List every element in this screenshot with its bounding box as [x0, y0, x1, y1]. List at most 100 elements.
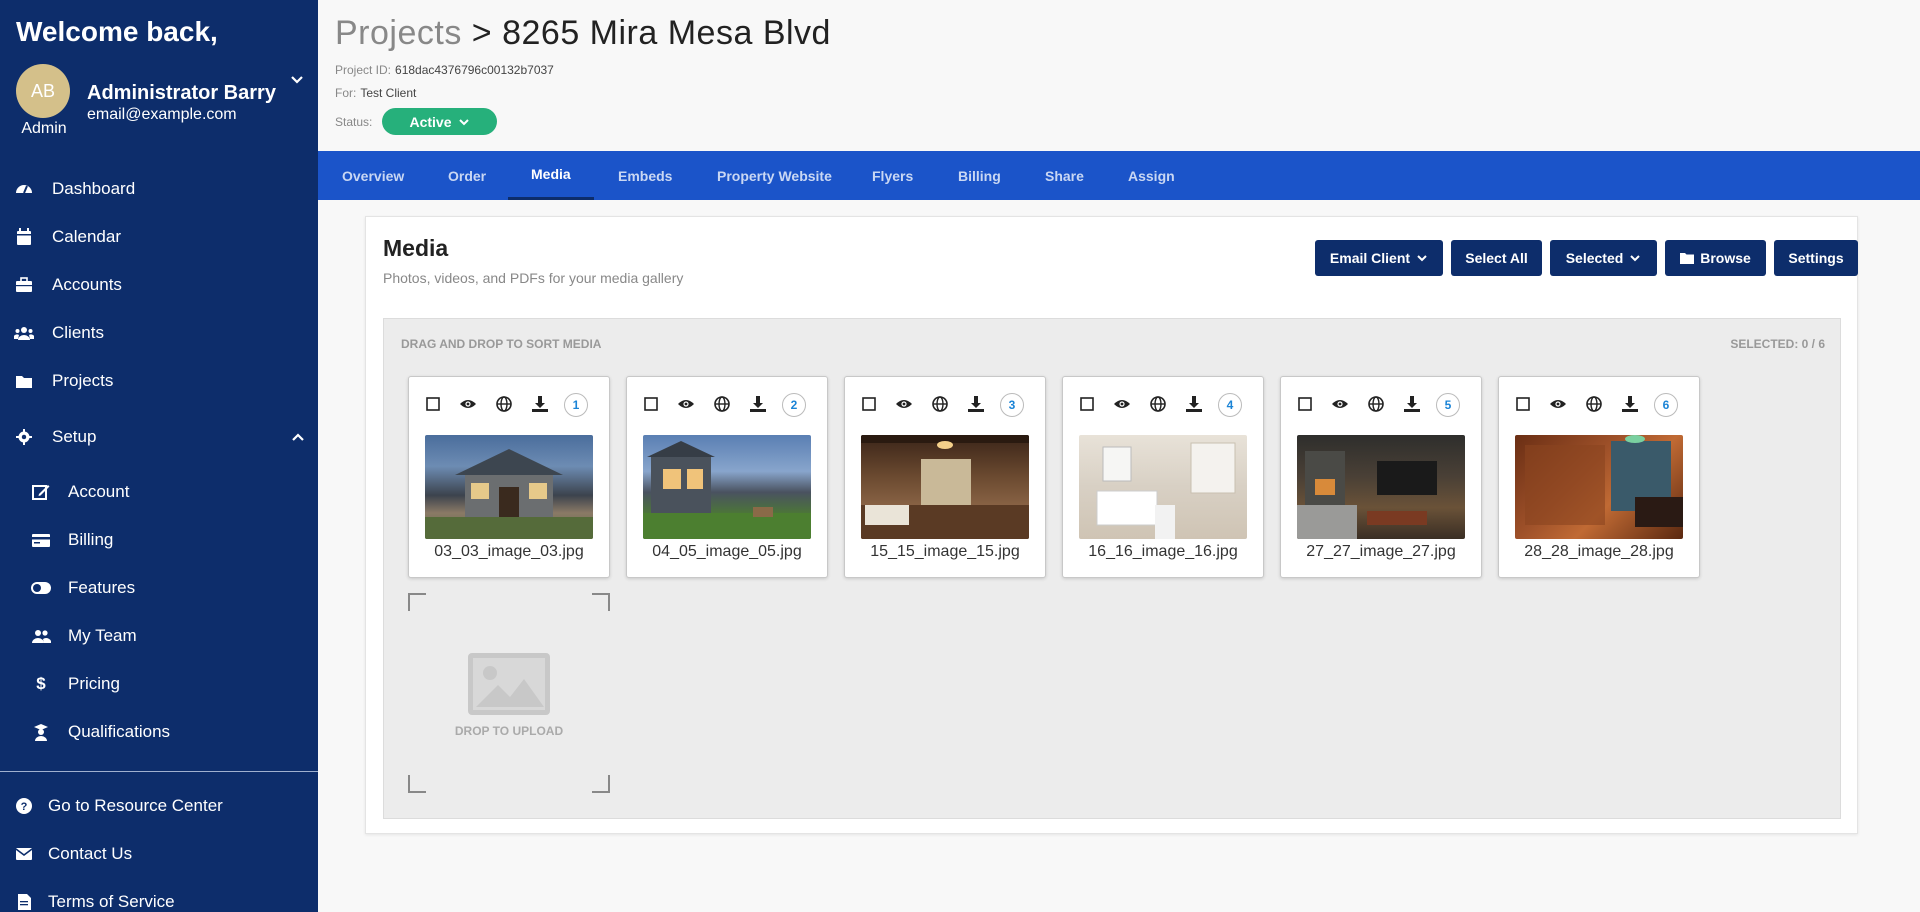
tab-overview[interactable]: Overview [342, 151, 404, 200]
upload-drop-target[interactable]: DROP TO UPLOAD [408, 593, 610, 793]
tab-flyers[interactable]: Flyers [872, 151, 913, 200]
eye-icon[interactable] [1331, 395, 1349, 413]
settings-label: Settings [1788, 250, 1844, 266]
globe-icon[interactable] [1367, 395, 1385, 413]
sidebar-item-my-team[interactable]: My Team [0, 616, 318, 656]
browse-button[interactable]: Browse [1665, 240, 1766, 276]
user-email: email@example.com [87, 106, 237, 123]
chevron-up-icon[interactable] [290, 429, 306, 445]
media-thumbnail[interactable] [425, 435, 593, 539]
checkbox-icon[interactable] [1515, 395, 1533, 413]
checkbox-icon[interactable] [643, 395, 661, 413]
sidebar-divider [0, 771, 318, 772]
selected-count: SELECTED: 0 / 6 [1730, 337, 1825, 351]
sidebar-item-accounts[interactable]: Accounts [0, 265, 318, 305]
media-item[interactable]: 6 28_28_image_28.jpg [1498, 376, 1700, 578]
eye-icon[interactable] [1549, 395, 1567, 413]
media-order-number: 1 [564, 393, 588, 417]
chevron-down-icon [458, 118, 469, 125]
project-tabs: Overview Order Media Embeds Property Web… [318, 151, 1920, 200]
corner-mark [408, 593, 426, 611]
select-all-button[interactable]: Select All [1451, 240, 1542, 276]
media-item[interactable]: 1 03_03_image_03.jpg [408, 376, 610, 578]
checkbox-icon[interactable] [1297, 395, 1315, 413]
media-item[interactable]: 4 16_16_image_16.jpg [1062, 376, 1264, 578]
media-thumbnail[interactable] [1079, 435, 1247, 539]
corner-mark [408, 775, 426, 793]
tab-billing[interactable]: Billing [958, 151, 1001, 200]
selected-dropdown-button[interactable]: Selected [1550, 240, 1657, 276]
avatar[interactable]: AB [16, 64, 70, 118]
chevron-down-icon[interactable] [289, 72, 305, 88]
media-item[interactable]: 5 27_27_image_27.jpg [1280, 376, 1482, 578]
sidebar-item-resource-center[interactable]: ? Go to Resource Center [0, 786, 318, 826]
tab-assign[interactable]: Assign [1128, 151, 1175, 200]
media-filename: 28_28_image_28.jpg [1524, 543, 1674, 560]
media-thumbnail[interactable] [1297, 435, 1465, 539]
checkbox-icon[interactable] [1079, 395, 1097, 413]
tab-property-website[interactable]: Property Website [717, 151, 832, 200]
eye-icon[interactable] [677, 395, 695, 413]
checkbox-icon[interactable] [425, 395, 443, 413]
tab-media[interactable]: Media [508, 151, 594, 200]
sidebar-item-features[interactable]: Features [0, 568, 318, 608]
eye-icon[interactable] [895, 395, 913, 413]
project-id-row: Project ID: 618dac4376796c00132b7037 [335, 63, 554, 77]
drop-upload-label: DROP TO UPLOAD [454, 724, 564, 738]
status-value: Active [409, 113, 452, 130]
chevron-down-icon [1630, 255, 1641, 262]
media-title: Media [383, 235, 449, 261]
tab-order[interactable]: Order [448, 151, 486, 200]
media-item[interactable]: 2 04_05_image_05.jpg [626, 376, 828, 578]
tab-embeds[interactable]: Embeds [618, 151, 672, 200]
media-item[interactable]: 3 15_15_image_15.jpg [844, 376, 1046, 578]
media-panel: Media Photos, videos, and PDFs for your … [365, 216, 1858, 834]
download-icon[interactable] [531, 395, 549, 413]
tab-share[interactable]: Share [1045, 151, 1084, 200]
globe-icon[interactable] [1149, 395, 1167, 413]
breadcrumb-projects[interactable]: Projects [335, 14, 462, 52]
download-icon[interactable] [967, 395, 985, 413]
project-client-label: For: [335, 86, 357, 100]
sidebar-item-setup[interactable]: Setup [0, 417, 318, 457]
sidebar-item-calendar[interactable]: Calendar [0, 217, 318, 257]
page-title: Projects > 8265 Mira Mesa Blvd [335, 14, 831, 53]
sidebar-item-projects[interactable]: Projects [0, 361, 318, 401]
download-icon[interactable] [749, 395, 767, 413]
globe-icon[interactable] [931, 395, 949, 413]
globe-icon[interactable] [1585, 395, 1603, 413]
eye-icon[interactable] [1113, 395, 1131, 413]
sidebar-item-terms[interactable]: Terms of Service [0, 882, 318, 912]
sidebar-item-dashboard[interactable]: Dashboard [0, 169, 318, 209]
globe-icon[interactable] [495, 395, 513, 413]
download-icon[interactable] [1185, 395, 1203, 413]
download-icon[interactable] [1403, 395, 1421, 413]
sidebar-item-billing[interactable]: Billing [0, 520, 318, 560]
download-icon[interactable] [1621, 395, 1639, 413]
calendar-icon [14, 227, 34, 247]
sidebar-item-account[interactable]: Account [0, 472, 318, 512]
sidebar-item-label: Account [68, 482, 130, 501]
credit-card-icon [31, 530, 51, 550]
browse-label: Browse [1700, 250, 1751, 266]
settings-button[interactable]: Settings [1774, 240, 1858, 276]
project-client-value: Test Client [360, 86, 417, 100]
sidebar-item-label: Dashboard [52, 179, 136, 198]
sidebar-item-label: Accounts [52, 275, 122, 294]
globe-icon[interactable] [713, 395, 731, 413]
media-thumbnail[interactable] [861, 435, 1029, 539]
sidebar-item-pricing[interactable]: $ Pricing [0, 664, 318, 704]
status-dropdown[interactable]: Active [382, 108, 497, 135]
media-thumbnail[interactable] [643, 435, 811, 539]
checkbox-icon[interactable] [861, 395, 879, 413]
eye-icon[interactable] [459, 395, 477, 413]
user-name: Administrator Barry [87, 82, 276, 104]
sidebar-item-clients[interactable]: Clients [0, 313, 318, 353]
corner-mark [592, 775, 610, 793]
media-dropzone[interactable]: DRAG AND DROP TO SORT MEDIA SELECTED: 0 … [383, 318, 1841, 819]
sidebar-item-contact-us[interactable]: Contact Us [0, 834, 318, 874]
sidebar-item-qualifications[interactable]: Qualifications [0, 712, 318, 752]
svg-text:?: ? [21, 801, 28, 813]
media-thumbnail[interactable] [1515, 435, 1683, 539]
email-client-button[interactable]: Email Client [1315, 240, 1443, 276]
